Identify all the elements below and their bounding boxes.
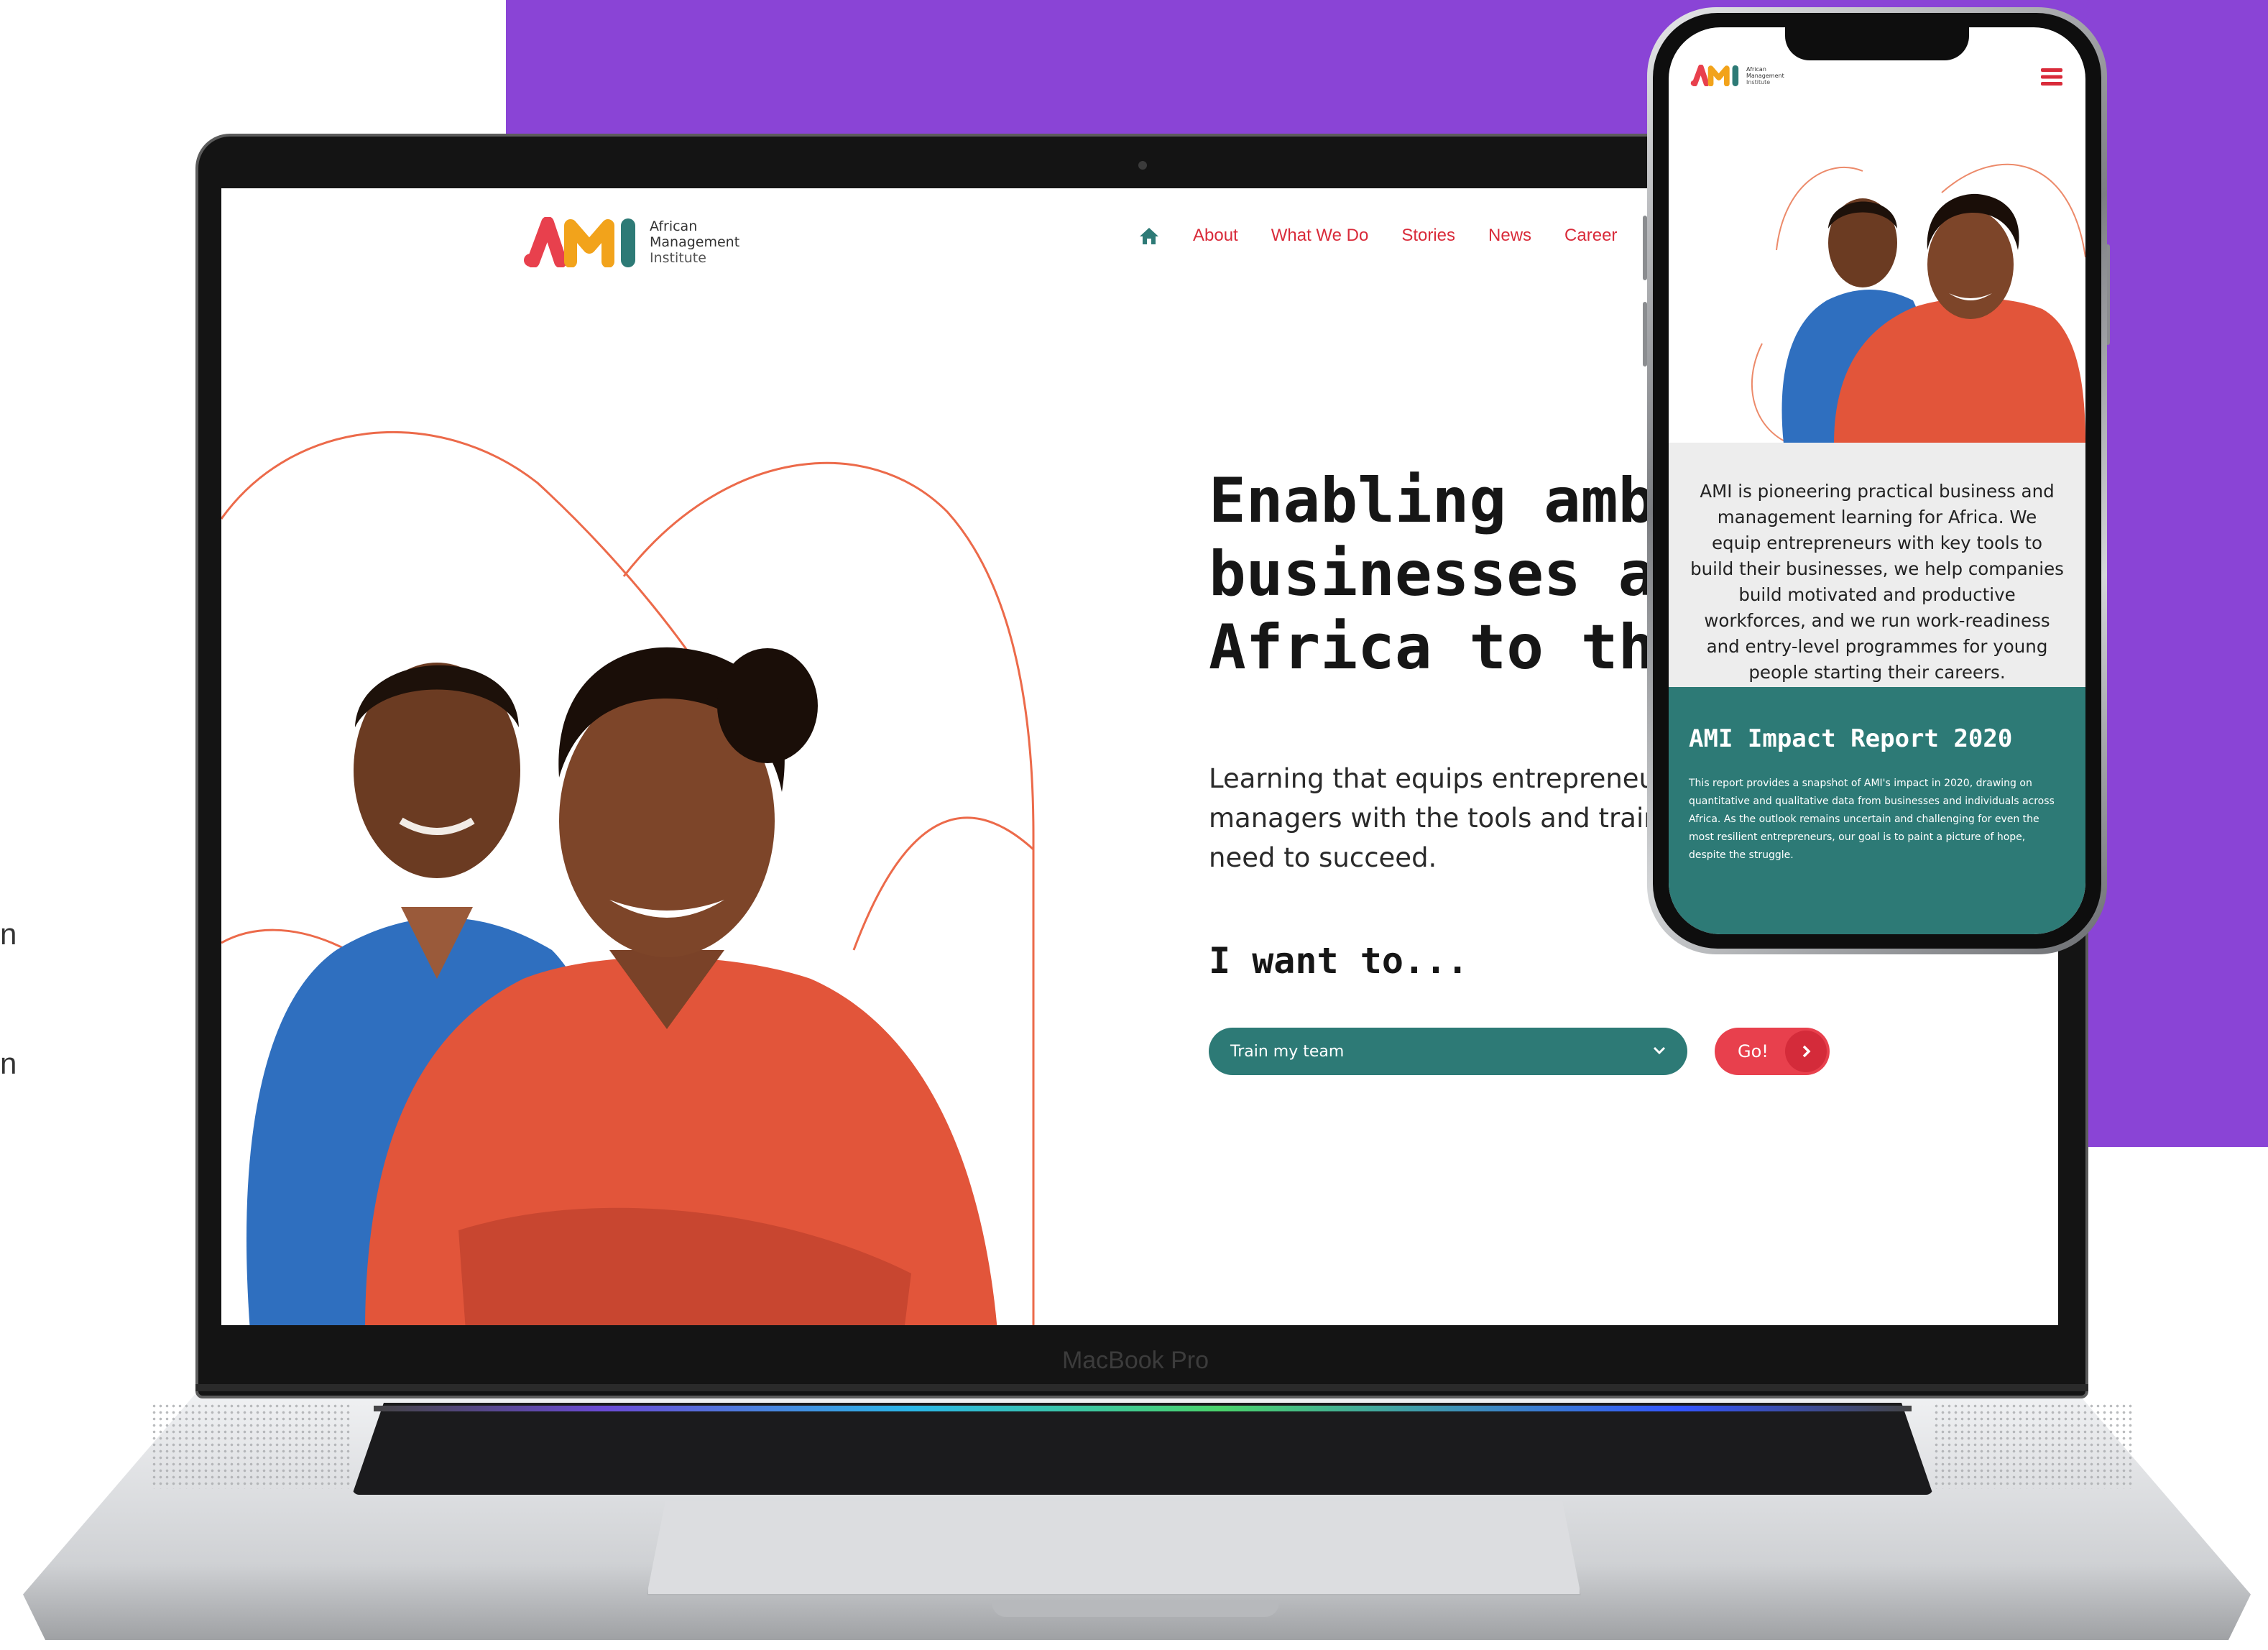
logo-wordmark: African Management Institute (650, 218, 740, 266)
home-icon[interactable] (1138, 226, 1160, 246)
laptop-touchbar (374, 1406, 1912, 1411)
go-arrow-circle (1785, 1031, 1827, 1072)
laptop-camera (1138, 161, 1147, 170)
nav-careers[interactable]: Career (1564, 226, 1617, 246)
nav-what-we-do[interactable]: What We Do (1271, 226, 1369, 246)
main-nav: About What We Do Stories News Career (1138, 226, 1617, 246)
nav-news[interactable]: News (1488, 226, 1531, 246)
go-button[interactable]: Go! (1715, 1028, 1830, 1075)
logo-wordmark: African Management Institute (1746, 65, 1784, 86)
hamburger-icon[interactable] (2041, 68, 2062, 86)
mobile-site-logo[interactable]: African Management Institute (1690, 65, 1784, 86)
laptop-speaker-right (1933, 1403, 2134, 1489)
impact-report-title: AMI Impact Report 2020 (1689, 724, 2013, 753)
mobile-intro-text: AMI is pioneering practical business and… (1669, 443, 2085, 687)
site-logo[interactable]: African Management Institute (523, 217, 739, 267)
laptop-model-label: MacBook Pro (1061, 1347, 1209, 1374)
goal-select-value: Train my team (1230, 1042, 1345, 1061)
laptop-speaker-left (151, 1403, 352, 1489)
chevron-right-icon (1802, 1045, 1811, 1058)
hero-photo (221, 430, 1035, 1325)
laptop-trackpad (647, 1501, 1581, 1595)
edge-text-fragment: n (0, 917, 17, 951)
laptop-keyboard (352, 1403, 1933, 1495)
nav-stories[interactable]: Stories (1401, 226, 1455, 246)
go-button-label: Go! (1738, 1041, 1769, 1061)
edge-text-fragment: n (0, 1046, 17, 1080)
phone-notch (1785, 24, 1969, 60)
ami-logo-mark (1690, 65, 1739, 86)
want-to-label: I want to... (1209, 940, 1469, 982)
laptop-hinge (195, 1384, 2088, 1391)
laptop-lid-notch (992, 1600, 1279, 1617)
nav-about[interactable]: About (1193, 226, 1238, 246)
impact-report-body: This report provides a snapshot of AMI's… (1689, 778, 2055, 861)
mobile-website: African Management Institute AMI is pion… (1669, 27, 2085, 934)
chevron-down-icon (1653, 1046, 1666, 1055)
ami-logo-mark (524, 217, 635, 267)
impact-report-card[interactable]: AMI Impact Report 2020 This report provi… (1669, 687, 2085, 934)
mobile-hero-photo (1751, 163, 2085, 444)
goal-select[interactable]: Train my team (1209, 1028, 1687, 1075)
